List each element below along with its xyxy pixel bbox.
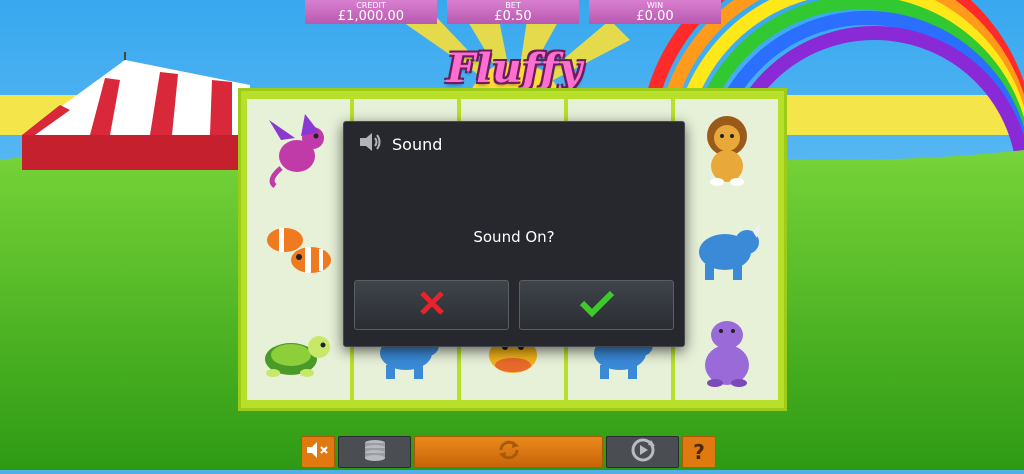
mute-button[interactable] xyxy=(301,436,335,468)
coins-button[interactable] xyxy=(338,436,411,468)
lion-icon xyxy=(689,110,765,188)
dialog-header: Sound xyxy=(358,132,442,156)
dragon-icon xyxy=(261,110,337,189)
spin-icon xyxy=(497,438,521,466)
dialog-title: Sound xyxy=(392,134,443,154)
turtle-icon xyxy=(261,311,337,389)
bet-value: £0.50 xyxy=(494,9,532,24)
credit-display: CREDIT £1,000.00 xyxy=(305,0,437,24)
mute-icon xyxy=(305,440,331,464)
spin-button[interactable] xyxy=(414,436,603,468)
help-button[interactable]: ? xyxy=(682,436,716,468)
hippo-icon xyxy=(689,311,765,389)
reel-1 xyxy=(247,99,350,400)
clownfish-icon xyxy=(261,210,337,288)
help-icon: ? xyxy=(693,440,705,464)
checkmark-icon xyxy=(579,289,615,321)
autoplay-button[interactable] xyxy=(606,436,679,468)
x-icon xyxy=(419,290,445,320)
autoplay-icon xyxy=(629,436,657,468)
cancel-button[interactable] xyxy=(354,280,509,330)
win-value: £0.00 xyxy=(636,9,674,24)
reel-5 xyxy=(675,99,778,400)
credit-value: £1,000.00 xyxy=(337,9,405,24)
sound-dialog: Sound Sound On? xyxy=(343,121,685,347)
coins-icon xyxy=(362,437,388,467)
confirm-button[interactable] xyxy=(519,280,674,330)
rhino-icon xyxy=(689,210,765,288)
speaker-icon xyxy=(358,131,382,157)
stats-bar: CREDIT £1,000.00 BET £0.50 WIN £0.00 xyxy=(305,0,721,24)
dialog-message: Sound On? xyxy=(473,228,555,246)
win-display: WIN £0.00 xyxy=(589,0,721,24)
bet-display: BET £0.50 xyxy=(447,0,579,24)
